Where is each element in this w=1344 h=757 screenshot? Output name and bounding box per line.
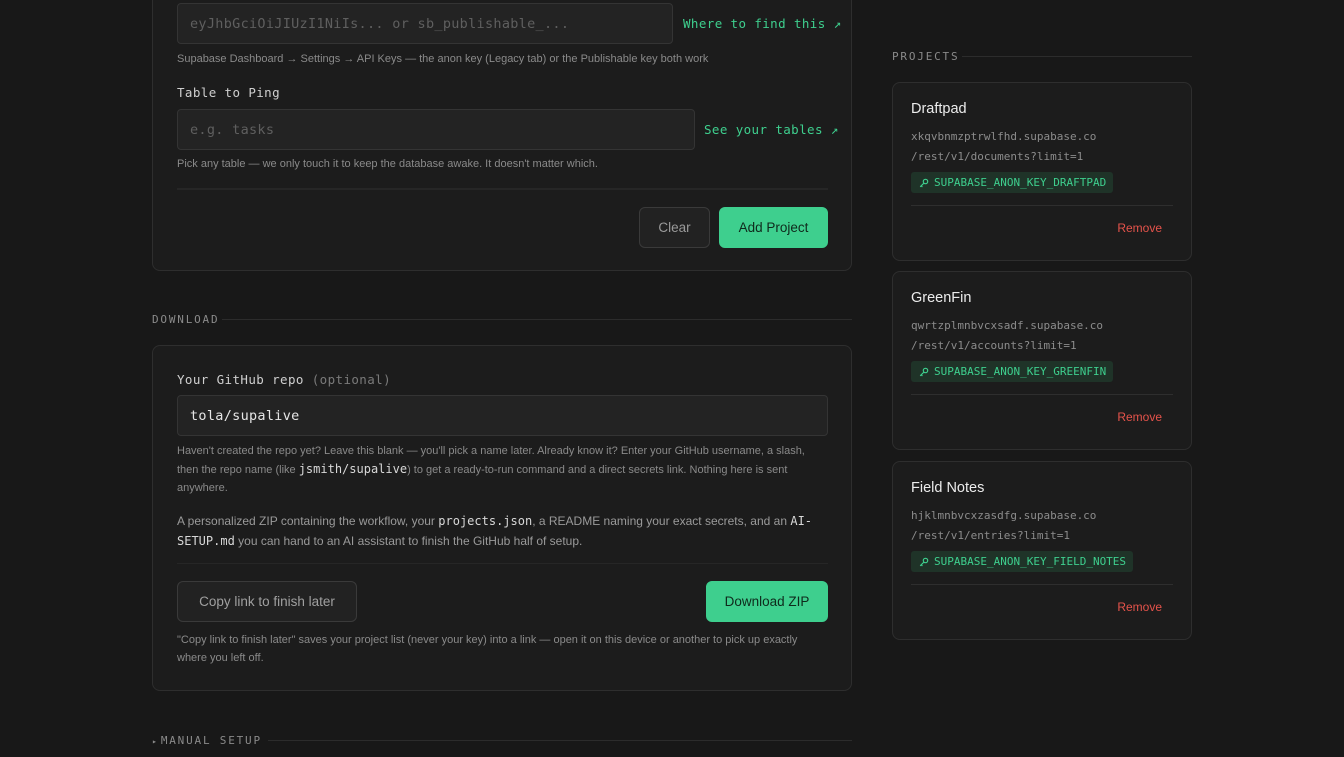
remove-project-button[interactable]: Remove: [1117, 221, 1162, 235]
download-card: Your GitHub repo (optional) tola/supaliv…: [152, 345, 852, 691]
repo-input[interactable]: tola/supalive: [177, 395, 828, 436]
manual-setup-line: [268, 740, 852, 741]
copy-link-button[interactable]: Copy link to finish later: [177, 581, 357, 622]
where-to-find-link[interactable]: Where to find this ↗: [683, 16, 842, 31]
zip-desc-projects-json: projects.json: [438, 514, 533, 528]
table-input[interactable]: e.g. tasks: [177, 109, 695, 150]
project-key-badge: SUPABASE_ANON_KEY_FIELD_NOTES: [911, 551, 1134, 572]
project-divider: [911, 584, 1173, 585]
api-key-input[interactable]: eyJhbGciOiJIUzI1NiIs... or sb_publishabl…: [177, 3, 673, 44]
key-icon: [919, 178, 929, 187]
project-name: GreenFin: [911, 290, 972, 306]
add-project-button[interactable]: Add Project: [719, 207, 828, 248]
project-key-name: SUPABASE_ANON_KEY_FIELD_NOTES: [934, 555, 1127, 568]
project-name: Field Notes: [911, 480, 985, 496]
table-help: Pick any table — we only touch it to kee…: [177, 158, 598, 170]
project-path: /rest/v1/documents?limit=1: [911, 150, 1084, 163]
project-url: qwrtzplmnbvcxsadf.supabase.co /rest/v1/a…: [911, 316, 1103, 356]
project-divider: [911, 205, 1173, 206]
chevron-right-icon: ▸: [152, 737, 157, 746]
download-section-title: DOWNLOAD: [152, 313, 220, 326]
repo-help-example: jsmith/supalive: [298, 462, 408, 476]
project-path: /rest/v1/accounts?limit=1: [911, 339, 1077, 352]
repo-label-optional: (optional): [311, 372, 392, 387]
zip-description: A personalized ZIP containing the workfl…: [177, 511, 822, 551]
remove-project-button[interactable]: Remove: [1117, 600, 1162, 614]
project-host: qwrtzplmnbvcxsadf.supabase.co: [911, 319, 1104, 332]
key-icon: [919, 557, 929, 566]
form-divider: [177, 188, 828, 190]
api-key-help: Supabase Dashboard → Settings → API Keys…: [177, 53, 709, 65]
project-key-name: SUPABASE_ANON_KEY_DRAFTPAD: [934, 176, 1107, 189]
remove-project-button[interactable]: Remove: [1117, 410, 1162, 424]
copy-link-footnote: "Copy link to finish later" saves your p…: [177, 634, 798, 664]
clear-button[interactable]: Clear: [639, 207, 710, 248]
project-divider: [911, 394, 1173, 395]
zip-desc-text-3: you can hand to an AI assistant to finis…: [238, 534, 583, 548]
see-tables-link[interactable]: See your tables ↗: [704, 122, 839, 137]
project-card: Field Notes hjklmnbvcxzasdfg.supabase.co…: [892, 461, 1192, 640]
table-label: Table to Ping: [177, 85, 281, 100]
project-key-badge: SUPABASE_ANON_KEY_GREENFIN: [911, 361, 1114, 382]
download-zip-button[interactable]: Download ZIP: [706, 581, 828, 622]
zip-desc-text-2: , a README naming your exact secrets, an…: [532, 514, 787, 528]
repo-help: Haven't created the repo yet? Leave this…: [177, 442, 822, 497]
zip-desc-text-1: A personalized ZIP containing the workfl…: [177, 514, 435, 528]
project-url: hjklmnbvcxzasdfg.supabase.co /rest/v1/en…: [911, 506, 1096, 546]
manual-setup-toggle[interactable]: ▸ MANUAL SETUP: [152, 734, 262, 747]
add-project-card: eyJhbGciOiJIUzI1NiIs... or sb_publishabl…: [152, 0, 852, 271]
project-path: /rest/v1/entries?limit=1: [911, 529, 1070, 542]
projects-section-line: [962, 56, 1192, 57]
key-icon: [919, 367, 929, 376]
download-divider: [177, 563, 828, 564]
project-url: xkqvbnmzptrwlfhd.supabase.co /rest/v1/do…: [911, 127, 1096, 167]
project-card: Draftpad xkqvbnmzptrwlfhd.supabase.co /r…: [892, 82, 1192, 261]
project-key-badge: SUPABASE_ANON_KEY_DRAFTPAD: [911, 172, 1114, 193]
repo-label-text: Your GitHub repo: [177, 372, 304, 387]
project-name: Draftpad: [911, 101, 967, 117]
project-key-name: SUPABASE_ANON_KEY_GREENFIN: [934, 365, 1107, 378]
project-host: hjklmnbvcxzasdfg.supabase.co: [911, 509, 1097, 522]
repo-label: Your GitHub repo (optional): [177, 372, 391, 387]
project-host: xkqvbnmzptrwlfhd.supabase.co: [911, 130, 1097, 143]
download-section-line: [222, 319, 852, 320]
projects-section-title: PROJECTS: [892, 50, 960, 63]
project-card: GreenFin qwrtzplmnbvcxsadf.supabase.co /…: [892, 271, 1192, 450]
manual-setup-title: MANUAL SETUP: [160, 734, 262, 747]
